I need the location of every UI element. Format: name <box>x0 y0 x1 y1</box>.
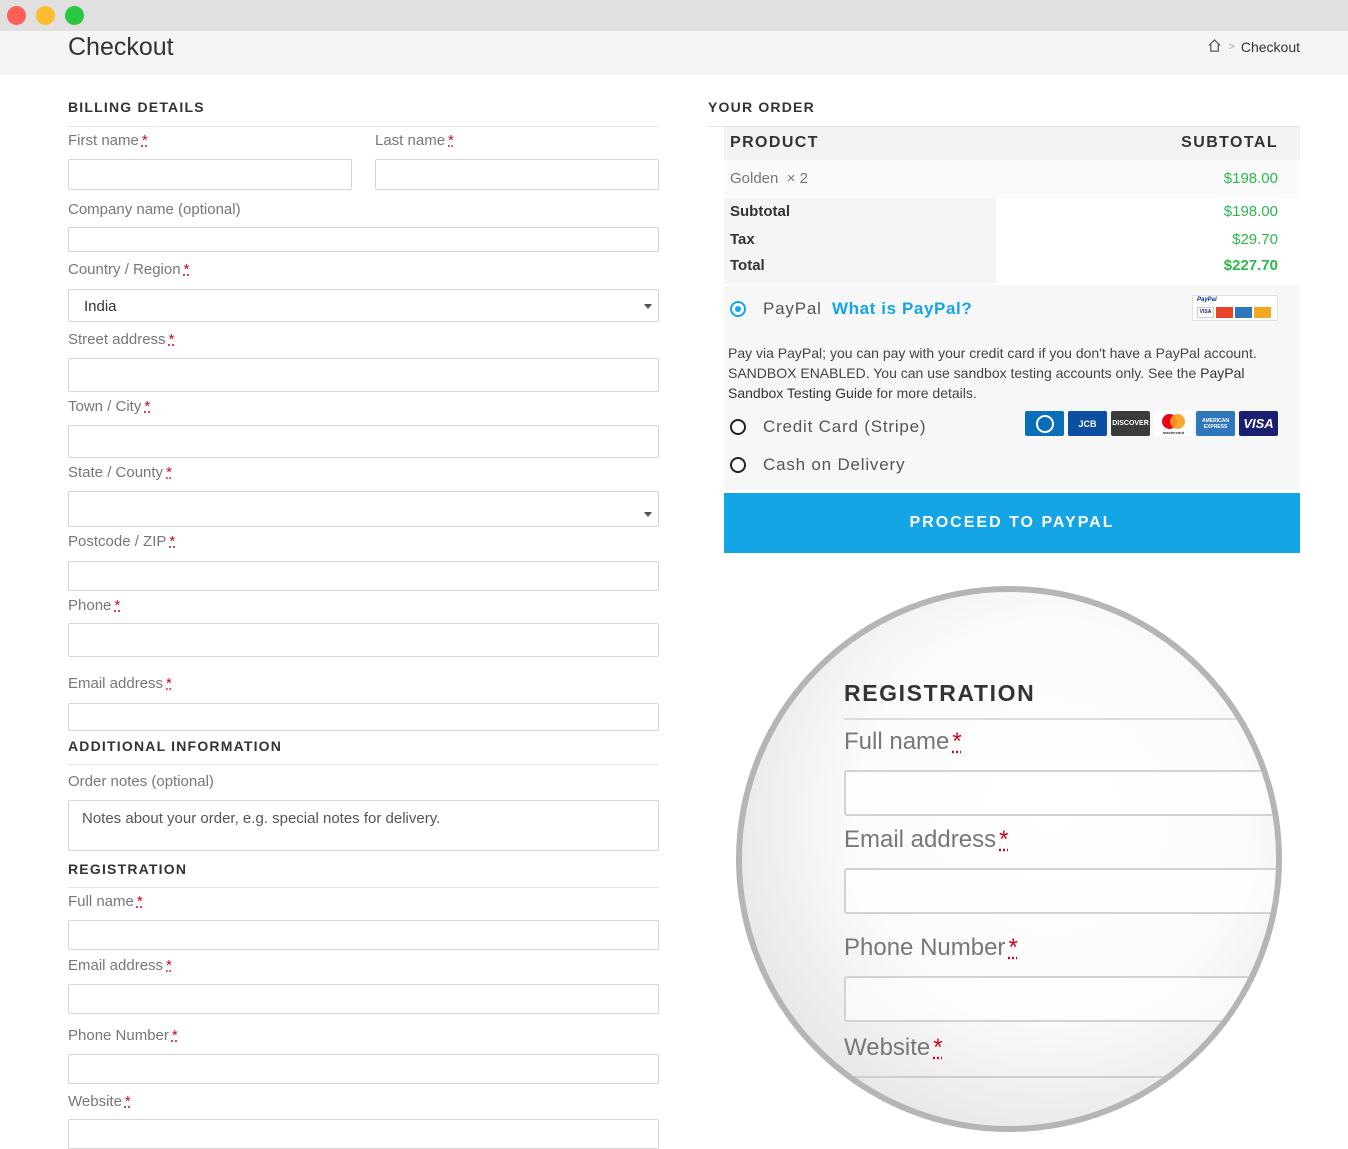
stripe-label[interactable]: Credit Card (Stripe) <box>763 417 926 437</box>
registration-magnifier: REGISTRATION Full name * Email address * P… <box>736 586 1282 1132</box>
postcode-label: Postcode / ZIP * <box>68 533 176 550</box>
chevron-down-icon <box>644 304 652 309</box>
total-label: Total <box>730 257 765 274</box>
postcode-input[interactable] <box>68 561 659 591</box>
paypal-label[interactable]: PayPal <box>763 299 822 319</box>
first-name-label: First name * <box>68 132 148 149</box>
country-select[interactable]: India <box>68 289 659 322</box>
country-label: Country / Region * <box>68 261 190 278</box>
tax-label: Tax <box>730 231 755 248</box>
breadcrumb-separator: > <box>1228 41 1235 53</box>
billing-divider <box>68 126 659 127</box>
registration-divider <box>68 887 659 888</box>
mastercard-icon: mastercard <box>1154 411 1193 436</box>
item-total: $198.00 <box>1223 170 1278 187</box>
minimize-window-button[interactable] <box>36 6 55 25</box>
breadcrumb-current: Checkout <box>1240 39 1300 55</box>
order-notes-textarea[interactable]: Notes about your order, e.g. special not… <box>68 800 659 851</box>
subtotal-label: Subtotal <box>730 203 790 220</box>
magnifier-phone-label: Phone Number * <box>844 934 1018 961</box>
billing-heading: BILLING DETAILS <box>68 99 205 115</box>
phone-label: Phone * <box>68 597 121 614</box>
magnifier-email-label: Email address * <box>844 826 1009 853</box>
cod-label[interactable]: Cash on Delivery <box>763 455 905 475</box>
discover-icon: DISCOVER <box>1111 411 1150 436</box>
phone-number-input[interactable] <box>68 1054 659 1084</box>
street-input[interactable] <box>68 358 659 392</box>
email-input[interactable] <box>68 703 659 731</box>
first-name-input[interactable] <box>68 159 352 190</box>
reg-email-label: Email address * <box>68 957 172 974</box>
order-heading: YOUR ORDER <box>708 99 815 115</box>
magnifier-full-name-input <box>844 770 1276 816</box>
visa-icon: VISA <box>1239 411 1278 436</box>
magnifier-website-label: Website * <box>844 1034 943 1061</box>
page-header: Checkout > Checkout <box>0 31 1348 75</box>
additional-heading: ADDITIONAL INFORMATION <box>68 738 283 754</box>
last-name-label: Last name * <box>375 132 454 149</box>
city-input[interactable] <box>68 425 659 458</box>
item-name: Golden × 2 <box>730 170 808 187</box>
paypal-description: Pay via PayPal; you can pay with your cr… <box>728 345 1257 401</box>
website-label: Website * <box>68 1093 131 1110</box>
breadcrumb: > Checkout <box>1207 38 1300 56</box>
magnifier-website-input <box>844 1076 1276 1078</box>
state-label: State / County * <box>68 464 172 481</box>
street-label: Street address * <box>68 331 175 348</box>
magnifier-divider <box>844 718 1276 720</box>
subtotal-value: $198.00 <box>1223 203 1278 220</box>
close-window-button[interactable] <box>7 6 26 25</box>
maximize-window-button[interactable] <box>65 6 84 25</box>
chevron-down-icon <box>644 512 652 517</box>
diners-club-icon <box>1025 411 1064 436</box>
jcb-icon: JCB <box>1068 411 1107 436</box>
reg-email-input[interactable] <box>68 984 659 1014</box>
city-label: Town / City * <box>68 398 151 415</box>
cod-radio[interactable] <box>730 457 746 473</box>
magnifier-full-name-label: Full name * <box>844 728 962 755</box>
what-is-paypal-link[interactable]: What is PayPal? <box>832 299 972 319</box>
col-subtotal: SUBTOTAL <box>1181 134 1278 151</box>
proceed-to-paypal-button[interactable]: PROCEED TO PAYPAL <box>724 493 1300 553</box>
order-item-row <box>724 160 1300 198</box>
order-notes-label: Order notes (optional) <box>68 773 214 790</box>
tax-value: $29.70 <box>1232 231 1278 248</box>
magnifier-email-input <box>844 868 1276 914</box>
order-table-header: PRODUCT SUBTOTAL <box>724 127 1300 160</box>
website-input[interactable] <box>68 1119 659 1149</box>
stripe-radio[interactable] <box>730 419 746 435</box>
col-product: PRODUCT <box>730 134 819 151</box>
last-name-input[interactable] <box>375 159 659 190</box>
window-titlebar <box>0 0 1348 31</box>
additional-divider <box>68 764 659 765</box>
state-select[interactable] <box>68 491 659 527</box>
total-value: $227.70 <box>1223 257 1278 274</box>
company-label: Company name (optional) <box>68 201 241 218</box>
page-title: Checkout <box>68 33 174 61</box>
home-icon[interactable] <box>1207 38 1222 56</box>
paypal-acceptance-logo: PayPal VISA <box>1192 295 1278 321</box>
magnifier-heading: REGISTRATION <box>844 680 1036 706</box>
amex-icon: AMERICAN EXPRESS <box>1196 411 1235 436</box>
email-label: Email address * <box>68 675 172 692</box>
phone-input[interactable] <box>68 623 659 657</box>
company-input[interactable] <box>68 227 659 252</box>
full-name-input[interactable] <box>68 920 659 950</box>
paypal-radio[interactable] <box>730 301 746 317</box>
full-name-label: Full name * <box>68 893 143 910</box>
phone-number-label: Phone Number * <box>68 1027 178 1044</box>
magnifier-phone-input <box>844 976 1276 1022</box>
registration-heading: REGISTRATION <box>68 861 188 877</box>
